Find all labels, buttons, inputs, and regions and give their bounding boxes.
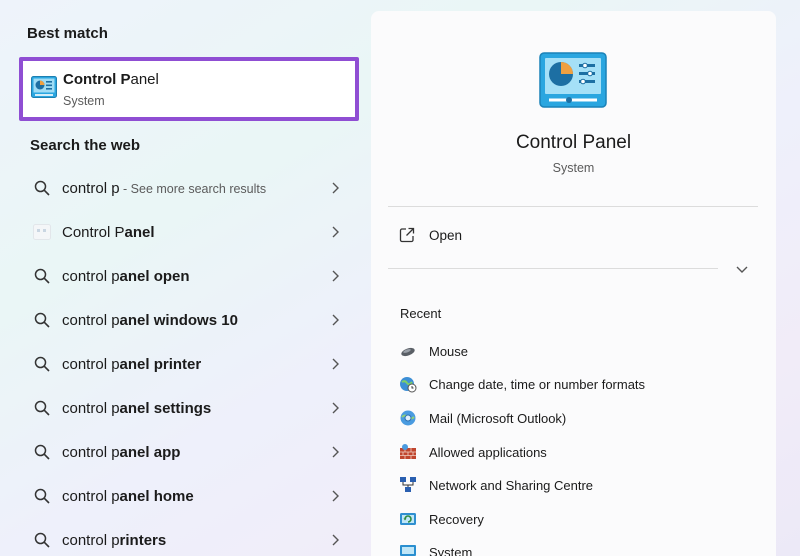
recent-item[interactable]: Mouse	[399, 341, 468, 361]
search-icon	[34, 312, 50, 328]
mouse-icon	[401, 347, 415, 357]
chevron-right-icon	[332, 402, 339, 414]
web-result-row[interactable]: Control Panel	[30, 214, 352, 250]
search-icon	[34, 532, 50, 548]
web-result-row[interactable]: control printers	[30, 522, 352, 556]
firewall-icon	[400, 444, 416, 459]
chevron-right-icon	[332, 182, 339, 194]
web-result-text: Control Panel	[62, 223, 155, 241]
web-result-row[interactable]: control panel settings	[30, 390, 352, 426]
best-match-title: Control Panel	[63, 71, 159, 88]
web-result-row[interactable]: control panel printer	[30, 346, 352, 382]
chevron-right-icon	[332, 358, 339, 370]
recent-item[interactable]: Change date, time or number formats	[399, 374, 645, 394]
search-icon	[34, 268, 50, 284]
chevron-down-icon[interactable]	[735, 262, 749, 276]
chevron-right-icon	[332, 270, 339, 282]
mail-globe-icon	[400, 410, 416, 426]
best-match-subtitle: System	[63, 94, 105, 108]
web-result-text: control panel home	[62, 487, 194, 505]
web-result-text: control panel open	[62, 267, 190, 285]
recent-item[interactable]: System	[399, 542, 472, 556]
best-match-heading: Best match	[27, 25, 108, 42]
web-result-row[interactable]: control p - See more search results	[30, 170, 352, 206]
control-panel-icon	[539, 52, 607, 108]
recent-item[interactable]: Network and Sharing Centre	[399, 475, 593, 495]
search-results-panel: Best match Control Panel System Search t…	[0, 0, 372, 556]
search-icon	[34, 180, 50, 196]
recent-item[interactable]: Allowed applications	[399, 442, 547, 462]
control-panel-small-icon	[33, 224, 51, 240]
web-result-row[interactable]: control panel home	[30, 478, 352, 514]
web-result-text: control panel app	[62, 443, 181, 461]
chevron-right-icon	[332, 490, 339, 502]
search-web-heading: Search the web	[30, 137, 141, 154]
divider	[388, 206, 758, 207]
web-result-row[interactable]: control panel app	[30, 434, 352, 470]
web-result-text: control p - See more search results	[62, 179, 267, 197]
chevron-right-icon	[332, 314, 339, 326]
web-result-text: control printers	[62, 531, 167, 549]
open-action[interactable]: Open	[399, 227, 462, 243]
chevron-right-icon	[332, 226, 339, 238]
system-icon	[400, 545, 416, 556]
web-result-text: control panel windows 10	[62, 311, 238, 329]
globe-clock-icon	[400, 377, 417, 393]
recent-item[interactable]: Mail (Microsoft Outlook)	[399, 408, 566, 428]
chevron-right-icon	[332, 534, 339, 546]
best-match-control-panel[interactable]: Control Panel System	[19, 57, 359, 121]
web-result-row[interactable]: control panel windows 10	[30, 302, 352, 338]
search-icon	[34, 488, 50, 504]
app-title: Control Panel	[515, 132, 632, 153]
open-external-icon	[399, 227, 415, 243]
recent-item[interactable]: Recovery	[399, 509, 484, 529]
control-panel-icon	[31, 76, 57, 98]
preview-panel: Control Panel System Open Recent Mouse C…	[371, 11, 776, 556]
recovery-icon	[400, 513, 416, 525]
network-icon	[400, 477, 416, 492]
open-label: Open	[429, 227, 463, 243]
web-result-text: control panel printer	[62, 355, 202, 373]
web-result-row[interactable]: control panel open	[30, 258, 352, 294]
divider	[388, 268, 718, 269]
web-result-text: control panel settings	[62, 399, 212, 417]
search-icon	[34, 400, 50, 416]
recent-heading: Recent	[400, 306, 442, 321]
search-icon	[34, 444, 50, 460]
app-subtitle: System	[552, 161, 595, 175]
search-icon	[34, 356, 50, 372]
chevron-right-icon	[332, 446, 339, 458]
